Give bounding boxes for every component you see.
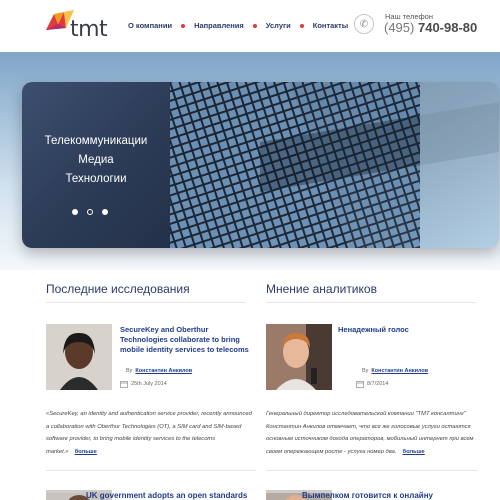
more-link[interactable]: больше	[403, 449, 425, 455]
hero-slider: Телекоммуникации Медиа Технологии	[22, 82, 499, 248]
calendar-icon	[356, 381, 364, 388]
article-excerpt-text: «SecureKey, an identity and authenticati…	[46, 411, 252, 455]
article-excerpt: Генеральный директор исследовательской к…	[266, 408, 478, 458]
article-excerpt-text: Генеральный директор исследовательской к…	[266, 411, 474, 455]
slide-caption: Телекоммуникации Медиа Технологии	[22, 132, 170, 189]
article-title[interactable]: Вымпелком готовится к онлайну	[302, 491, 482, 500]
analysts-title-divider	[266, 302, 476, 303]
brand-name[interactable]: tmt	[70, 17, 108, 42]
article-date: 25th July 2014	[131, 381, 167, 387]
phone-code: (495)	[384, 20, 415, 35]
article-date-meta: 8/7/2014	[356, 380, 388, 388]
research-section-title: Последние исследования	[46, 282, 190, 296]
article-date: 8/7/2014	[367, 381, 389, 387]
skyscraper-image	[170, 82, 499, 248]
nav-item-contacts[interactable]: Контакты	[291, 21, 348, 30]
analysts-section-title: Мнение аналитиков	[266, 282, 377, 296]
slide-line-telecom: Телекоммуникации	[44, 135, 148, 147]
slide-line-tech: Технологии	[65, 173, 127, 185]
article-title[interactable]: UK government adopts an open standards	[86, 491, 256, 500]
article-author-meta: By Константин Анкилов	[126, 368, 192, 374]
slider-dot-1[interactable]	[72, 209, 78, 215]
calendar-icon	[120, 381, 128, 388]
author-link[interactable]: Константин Анкилов	[135, 368, 192, 374]
more-link[interactable]: больше	[75, 449, 97, 455]
slider-dots	[72, 209, 108, 215]
by-label: By	[362, 368, 369, 374]
article-excerpt: «SecureKey, an identity and authenticati…	[46, 408, 256, 458]
article-thumbnail[interactable]	[266, 324, 332, 390]
nav-item-about[interactable]: О компании	[128, 21, 172, 30]
article-thumbnail[interactable]	[46, 324, 112, 390]
slider-dot-3[interactable]	[102, 209, 108, 215]
article-divider	[266, 470, 478, 471]
by-label: By	[126, 368, 133, 374]
article-date-meta: 25th July 2014	[120, 380, 167, 388]
nav-item-services[interactable]: Услуги	[244, 21, 291, 30]
slider-dot-2[interactable]	[87, 209, 93, 215]
article-title[interactable]: Ненадежный голос	[338, 325, 468, 335]
phone-digits: 740-98-80	[417, 20, 478, 35]
article-title[interactable]: SecureKey and Oberthur Technologies coll…	[120, 325, 250, 355]
article-divider	[46, 470, 256, 471]
phone-number[interactable]: (495) 740-98-80	[384, 20, 477, 35]
research-title-divider	[46, 302, 246, 303]
slider-caption-panel: Телекоммуникации Медиа Технологии	[22, 82, 170, 248]
phone-icon: ✆	[354, 14, 374, 34]
site-header: tmt О компании Направления Услуги Контак…	[0, 0, 500, 52]
slide-line-media: Медиа	[78, 154, 114, 166]
author-link[interactable]: Константин Анкилов	[371, 368, 428, 374]
nav-item-directions[interactable]: Направления	[172, 21, 244, 30]
main-nav: О компании Направления Услуги Контакты	[128, 21, 348, 30]
article-author-meta: By Константин Анкилов	[362, 368, 428, 374]
